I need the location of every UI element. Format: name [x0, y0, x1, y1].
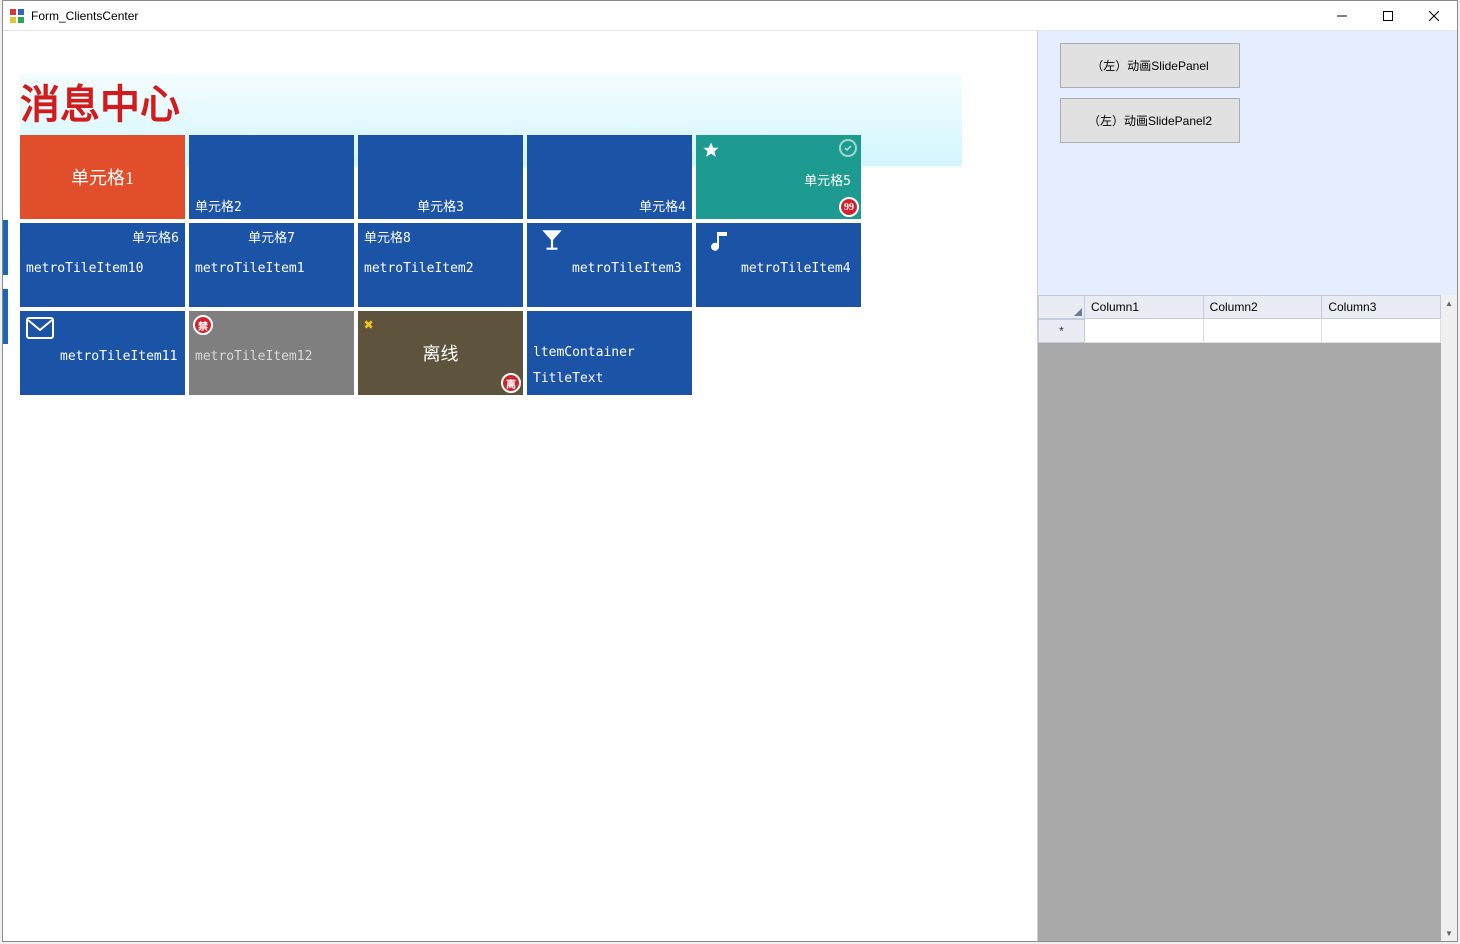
tile-label: metroTileItem12: [195, 349, 312, 364]
side-spacer: [1038, 165, 1457, 295]
tile-cell-offline[interactable]: ✖ 离线 离: [358, 311, 523, 395]
scroll-down-icon[interactable]: ▼: [1441, 925, 1457, 941]
side-panel: （左）动画SlidePanel （左）动画SlidePanel2 Column1…: [1037, 31, 1457, 941]
tile-cell-music[interactable]: metroTileItem4: [696, 223, 861, 307]
column-header-2[interactable]: Column2: [1204, 295, 1323, 319]
tile-cell4[interactable]: 单元格4: [527, 135, 692, 219]
tile-cell-mail[interactable]: metroTileItem11: [20, 311, 185, 395]
left-edge-hint-2: [3, 289, 8, 344]
tile-cell-container[interactable]: ltemContainer TitleText: [527, 311, 692, 395]
tile-cell-disabled[interactable]: 禁 metroTileItem12: [189, 311, 354, 395]
tile-line1: ltemContainer: [533, 345, 635, 360]
minimize-button[interactable]: [1319, 1, 1365, 31]
badge-count: 99: [839, 197, 859, 217]
datagrid-new-row[interactable]: *: [1038, 319, 1441, 343]
tile-cell-martini[interactable]: metroTileItem3: [527, 223, 692, 307]
music-icon: [708, 229, 732, 257]
tile-cell3[interactable]: 单元格3: [358, 135, 523, 219]
tile-sublabel: metroTileItem10: [26, 261, 143, 276]
star-icon: [702, 141, 720, 163]
main-panel: 消息中心 单元格1 单元格2 单元格3 单元格4: [3, 31, 1037, 941]
tile-label: 单元格7: [248, 227, 295, 246]
slidepanel-left2-button[interactable]: （左）动画SlidePanel2: [1060, 98, 1240, 143]
side-button-group: （左）动画SlidePanel （左）动画SlidePanel2: [1038, 31, 1457, 165]
page-title: 消息中心: [20, 72, 180, 130]
titlebar: Form_ClientsCenter: [3, 1, 1457, 31]
app-icon: [9, 8, 25, 24]
tile-line2: TitleText: [533, 371, 603, 386]
tile-sublabel: metroTileItem2: [364, 261, 474, 276]
tile-label: metroTileItem3: [572, 261, 682, 276]
check-circle-icon: [839, 139, 857, 157]
left-edge-hint-1: [3, 220, 8, 275]
datagrid-header-row: Column1 Column2 Column3: [1038, 295, 1441, 319]
tile-cell2[interactable]: 单元格2: [189, 135, 354, 219]
window-frame: Form_ClientsCenter 消息中心: [2, 0, 1458, 942]
tile-label: 单元格8: [364, 227, 411, 246]
tile-label: 单元格6: [132, 227, 179, 246]
datagrid[interactable]: Column1 Column2 Column3 *: [1038, 295, 1441, 343]
tile-label: 单元格1: [71, 164, 134, 190]
vertical-scrollbar[interactable]: ▲ ▼: [1441, 295, 1457, 941]
tile-label: 单元格5: [804, 170, 851, 189]
tile-label: 单元格4: [639, 196, 686, 215]
tile-label: 单元格2: [195, 196, 242, 215]
column-header-1[interactable]: Column1: [1085, 295, 1204, 319]
column-header-3[interactable]: Column3: [1322, 295, 1441, 319]
tile-cell6[interactable]: 单元格6 metroTileItem10: [20, 223, 185, 307]
slidepanel-left-button[interactable]: （左）动画SlidePanel: [1060, 43, 1240, 88]
tile-cell8[interactable]: 单元格8 metroTileItem2: [358, 223, 523, 307]
tile-title: 离线: [358, 340, 523, 366]
maximize-button[interactable]: [1365, 1, 1411, 31]
tile-label: 单元格3: [417, 196, 464, 215]
cell[interactable]: [1204, 319, 1323, 343]
badge-offline: 离: [501, 373, 521, 393]
cell[interactable]: [1085, 319, 1204, 343]
tile-cell1[interactable]: 单元格1: [20, 135, 185, 219]
envelope-icon: [26, 317, 54, 343]
datagrid-area: Column1 Column2 Column3 * ▲: [1038, 295, 1457, 941]
window-title: Form_ClientsCenter: [31, 9, 1319, 23]
tile-label: metroTileItem11: [60, 349, 177, 364]
datagrid-corner[interactable]: [1038, 295, 1085, 319]
tile-cell7[interactable]: 单元格7 metroTileItem1: [189, 223, 354, 307]
x-icon: ✖: [364, 315, 374, 334]
cell[interactable]: [1322, 319, 1441, 343]
metro-tile-panel: 消息中心 单元格1 单元格2 单元格3 单元格4: [20, 74, 962, 404]
badge-forbidden: 禁: [193, 315, 213, 335]
close-button[interactable]: [1411, 1, 1457, 31]
row-header-new[interactable]: *: [1038, 319, 1085, 343]
tile-label: metroTileItem4: [741, 261, 851, 276]
glass-icon: [539, 227, 565, 257]
tile-sublabel: metroTileItem1: [195, 261, 305, 276]
tile-cell5[interactable]: 单元格5 99: [696, 135, 861, 219]
scroll-up-icon[interactable]: ▲: [1441, 295, 1457, 311]
